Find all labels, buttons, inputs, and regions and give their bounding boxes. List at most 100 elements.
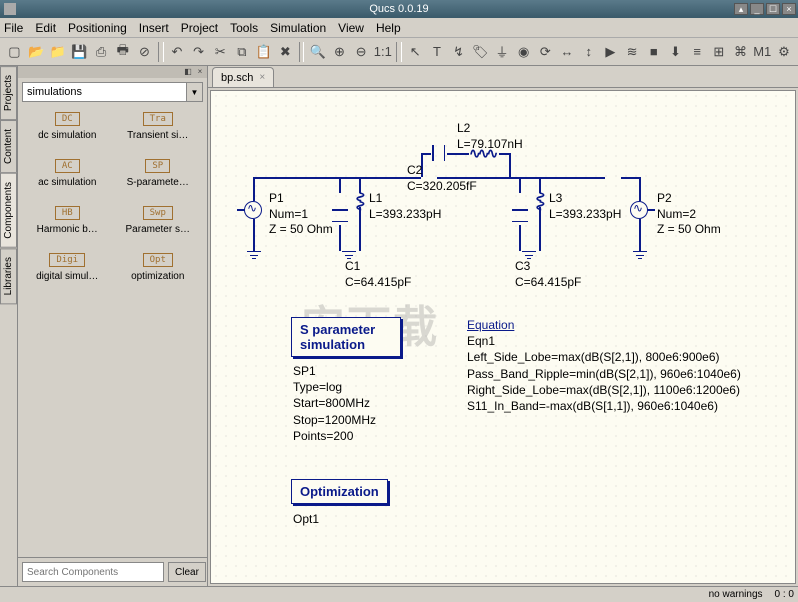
component-item[interactable]: ACac simulation [24, 159, 111, 188]
port-icon[interactable]: ◉ [513, 41, 534, 63]
close-icon[interactable]: × [782, 3, 796, 15]
menu-file[interactable]: File [4, 21, 23, 35]
search-input[interactable] [22, 562, 164, 582]
schematic-canvas[interactable]: 安下载 [210, 90, 796, 584]
cursor-icon[interactable]: ↖ [405, 41, 426, 63]
window-title: Qucs 0.0.19 [369, 3, 428, 15]
rotate-icon[interactable]: ⟳ [535, 41, 556, 63]
ground-icon[interactable]: ⏚ [492, 41, 513, 63]
ontext-icon[interactable]: ⌘ [730, 41, 751, 63]
component-item[interactable]: Digidigital simul… [24, 253, 111, 282]
component-item[interactable]: SwpParameter s… [115, 206, 202, 235]
menu-view[interactable]: View [338, 21, 364, 35]
open2-icon[interactable]: 📁 [47, 41, 68, 63]
tab-content[interactable]: Content [0, 120, 17, 173]
menu-edit[interactable]: Edit [35, 21, 56, 35]
component-box: AC [55, 159, 80, 173]
file-tab[interactable]: bp.sch × [212, 67, 274, 87]
align-icon[interactable]: ≡ [687, 41, 708, 63]
opt-block[interactable]: Optimization [291, 479, 388, 504]
text-icon[interactable]: T [427, 41, 448, 63]
tab-libraries[interactable]: Libraries [0, 248, 17, 304]
dcbias-icon[interactable]: ≋ [622, 41, 643, 63]
undock-icon[interactable]: ◧ [183, 66, 193, 76]
open-icon[interactable]: 📂 [26, 41, 47, 63]
component-item[interactable]: Optoptimization [115, 253, 202, 282]
component-box: SP [145, 159, 170, 173]
equation-block[interactable]: Equation Eqn1 Left_Side_Lobe=max(dB(S[2,… [467, 317, 741, 414]
menubar: File Edit Positioning Insert Project Too… [0, 18, 798, 38]
wire [519, 177, 521, 193]
port-p2[interactable] [630, 201, 648, 219]
component-item[interactable]: SPS-paramete… [115, 159, 202, 188]
zoomfit-icon[interactable]: 🔍 [307, 41, 328, 63]
stop-icon[interactable]: ■ [643, 41, 664, 63]
menu-tools[interactable]: Tools [230, 21, 258, 35]
undo-icon[interactable]: ↶ [167, 41, 188, 63]
maximize-icon[interactable]: ☐ [766, 3, 780, 15]
label-icon[interactable]: 🏷 [470, 41, 491, 63]
capacitor-c2[interactable] [432, 145, 446, 161]
clear-button[interactable]: Clear [168, 562, 206, 582]
redo-icon[interactable]: ↷ [188, 41, 209, 63]
wire [253, 177, 255, 201]
cut-icon[interactable]: ✂ [210, 41, 231, 63]
zoom1-icon[interactable]: 1:1 [372, 41, 393, 63]
print-icon[interactable]: 🖶 [112, 41, 133, 63]
tab-projects[interactable]: Projects [0, 66, 17, 120]
label-l3: L3L=393.233pH [549, 191, 621, 222]
file-tab-label: bp.sch [221, 72, 253, 84]
component-item[interactable]: DCdc simulation [24, 112, 111, 141]
component-item[interactable]: TraTransient si… [115, 112, 202, 141]
zoomout-icon[interactable]: ⊖ [351, 41, 372, 63]
saveall-icon[interactable]: ⎙ [91, 41, 112, 63]
sparam-block[interactable]: S parameter simulation [291, 317, 401, 357]
port-p1[interactable] [244, 201, 262, 219]
app-icon [4, 3, 16, 15]
component-item[interactable]: HBHarmonic b… [24, 206, 111, 235]
menu-insert[interactable]: Insert [139, 21, 169, 35]
capacitor-c3[interactable] [512, 209, 528, 223]
wire [253, 177, 421, 179]
save-icon[interactable]: 💾 [69, 41, 90, 63]
component-box: Tra [143, 112, 173, 126]
category-select[interactable]: simulations ▼ [22, 82, 203, 102]
label-l2: L2L=79.107nH [457, 121, 523, 152]
mirrory-icon[interactable]: ↕ [578, 41, 599, 63]
menu-positioning[interactable]: Positioning [68, 21, 127, 35]
mirrorx-icon[interactable]: ↔ [557, 41, 578, 63]
tab-close-icon[interactable]: × [259, 72, 265, 83]
dist-icon[interactable]: ⊞ [709, 41, 730, 63]
menu-simulation[interactable]: Simulation [270, 21, 326, 35]
statusbar: no warnings 0 : 0 [0, 586, 798, 602]
wire [447, 153, 469, 155]
inductor-l3[interactable]: ∿∿ [533, 191, 549, 208]
titlebar: Qucs 0.0.19 ▴ _ ☐ × [0, 0, 798, 18]
delete-icon[interactable]: ✖ [275, 41, 296, 63]
ground-icon [247, 251, 261, 261]
close-file-icon[interactable]: ⊘ [134, 41, 155, 63]
label-p2: P2Num=2Z = 50 Ohm [657, 191, 721, 238]
wire-icon[interactable]: ↯ [448, 41, 469, 63]
label-l1: L1L=393.233pH [369, 191, 441, 222]
m2-icon[interactable]: ⚙ [774, 41, 795, 63]
minimize-icon[interactable]: _ [750, 3, 764, 15]
capacitor-c1[interactable] [332, 209, 348, 223]
new-icon[interactable]: ▢ [4, 41, 25, 63]
menu-help[interactable]: Help [376, 21, 401, 35]
paste-icon[interactable]: 📋 [253, 41, 274, 63]
menu-project[interactable]: Project [181, 21, 218, 35]
component-grid: DCdc simulationTraTransient si…ACac simu… [18, 106, 207, 557]
wire [339, 177, 341, 193]
rollup-icon[interactable]: ▴ [734, 3, 748, 15]
wire [621, 177, 639, 179]
component-box: Digi [49, 253, 85, 267]
sim-icon[interactable]: ▶ [600, 41, 621, 63]
tab-components[interactable]: Components [0, 173, 17, 248]
inductor-l1[interactable]: ∿∿ [353, 191, 369, 208]
zoomin-icon[interactable]: ⊕ [329, 41, 350, 63]
panel-close-icon[interactable]: × [195, 66, 205, 76]
marker-icon[interactable]: ⬇ [665, 41, 686, 63]
m1-icon[interactable]: M1 [752, 41, 773, 63]
copy-icon[interactable]: ⧉ [232, 41, 253, 63]
